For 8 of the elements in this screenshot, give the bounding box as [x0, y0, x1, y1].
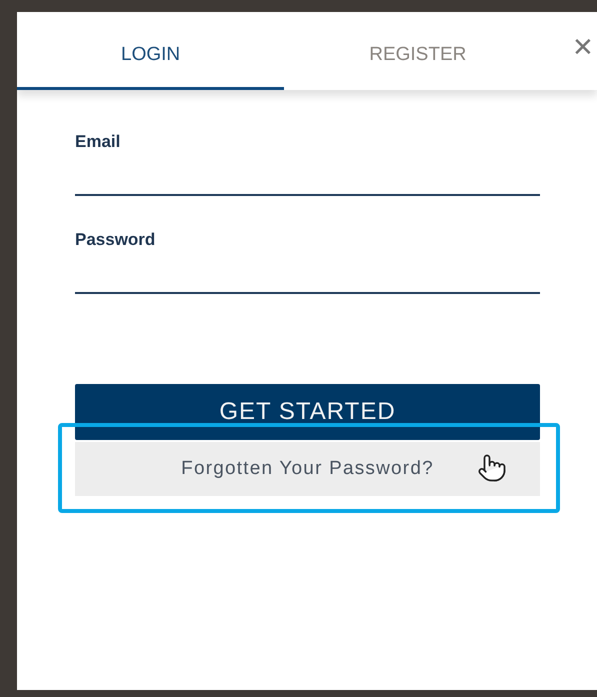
hand-cursor-icon: [477, 453, 507, 483]
field-label: Password: [75, 230, 156, 250]
tab[interactable]: REGISTER: [284, 12, 552, 90]
tab[interactable]: LOGIN: [17, 12, 284, 90]
forgot-password-button[interactable]: Forgotten Your Password?: [75, 442, 540, 496]
close-button[interactable]: ✕: [569, 30, 597, 64]
get-started-button[interactable]: GET STARTED: [75, 384, 540, 440]
field-label: Email: [75, 132, 122, 152]
